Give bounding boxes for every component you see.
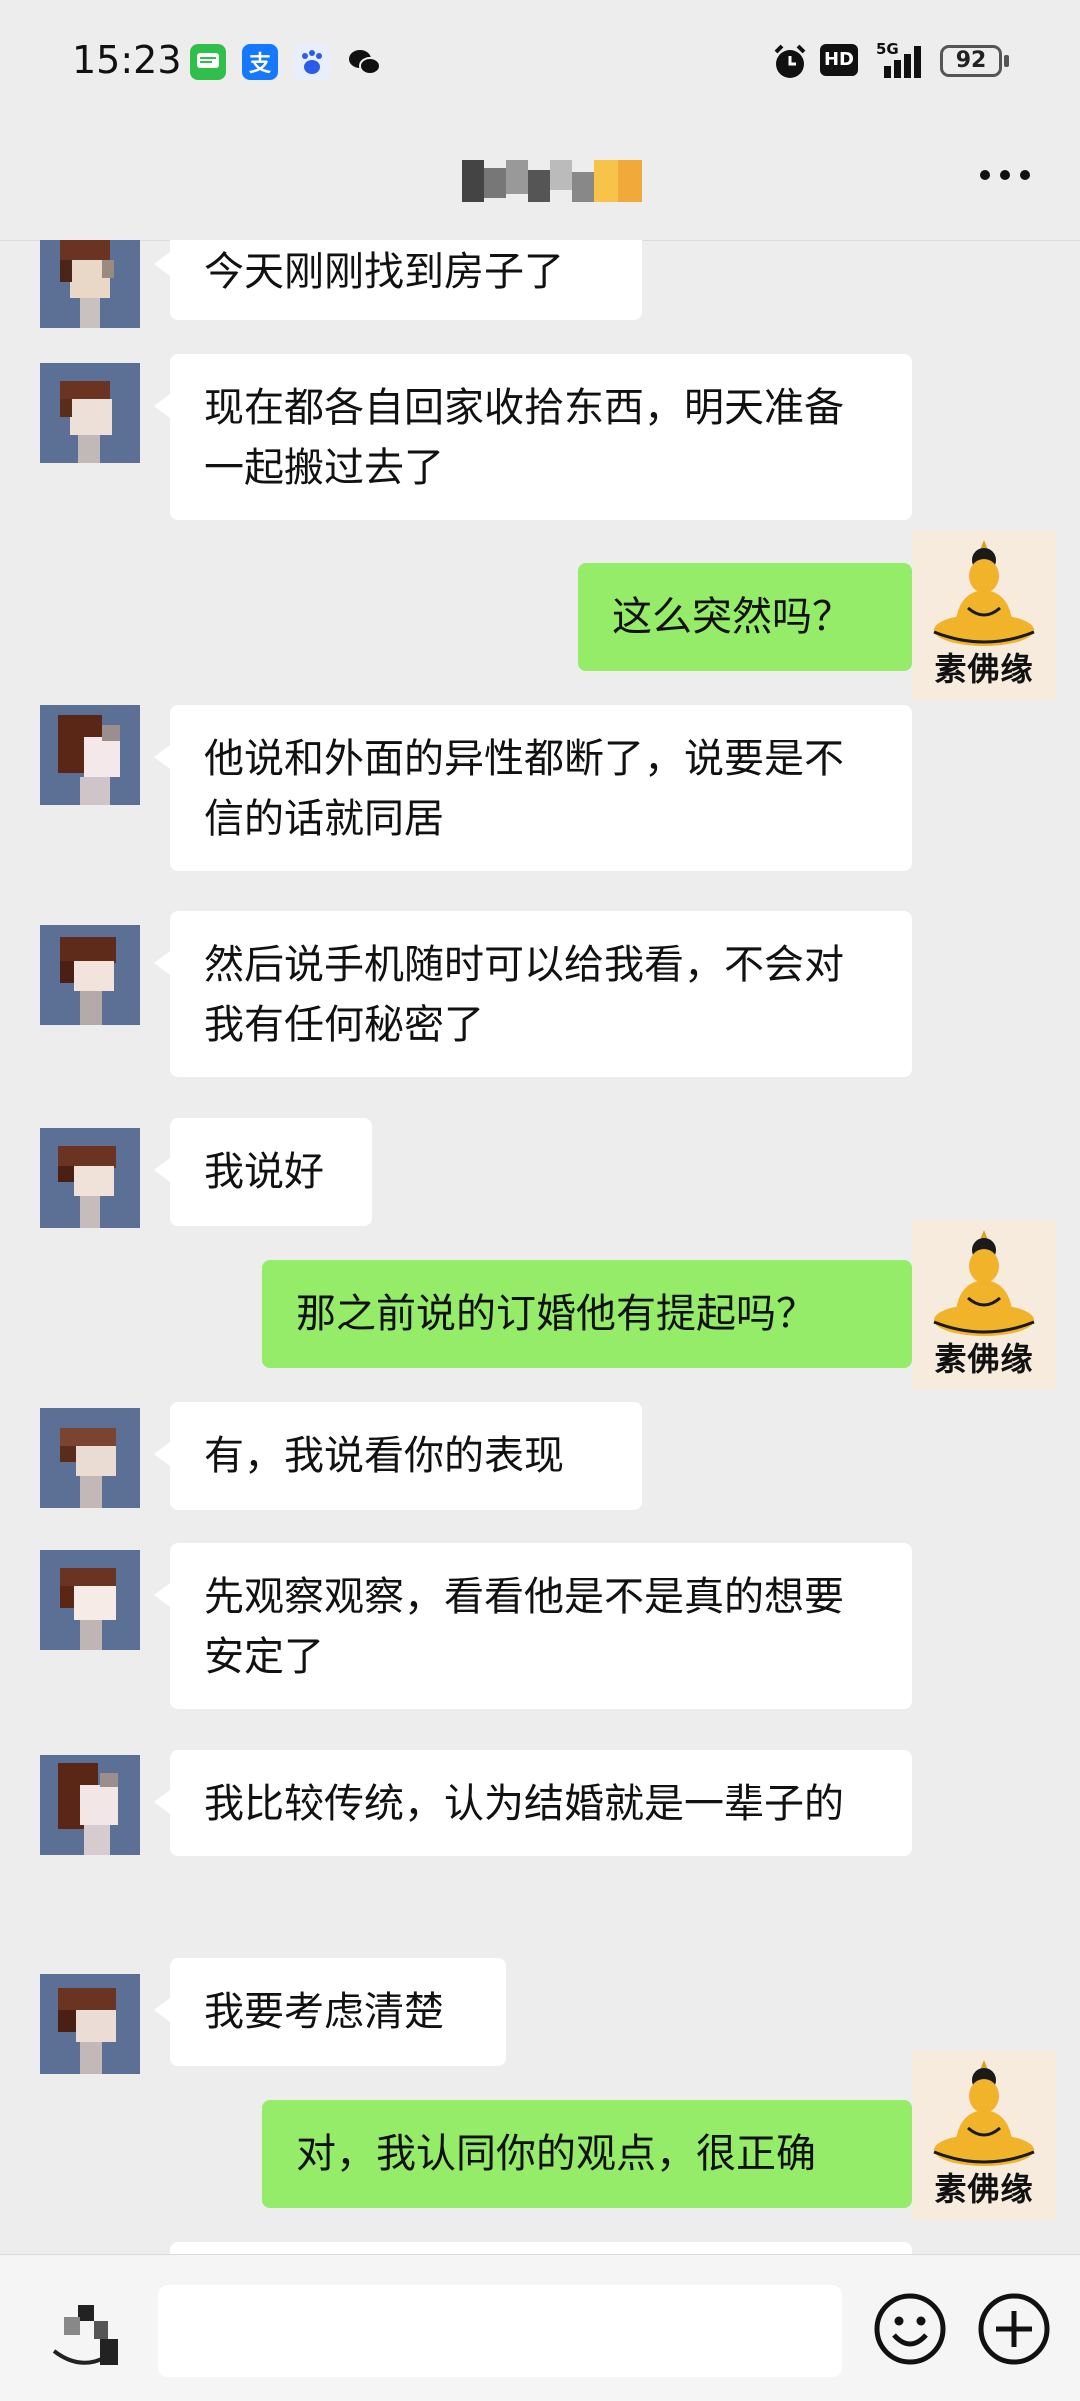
my-avatar-name: 素佛缘 (934, 650, 1034, 688)
hd-icon: HD (820, 44, 858, 76)
chat-title-pixelated (462, 160, 642, 202)
message-bubble[interactable]: 先观察观察，看看他是不是真的想要安定了 (154, 1543, 912, 1709)
battery-tip (1004, 55, 1009, 67)
message-bubble[interactable]: 我说好 (154, 1118, 372, 1226)
network-label: 5G (876, 40, 899, 58)
status-bar: 15:23 支 HD 5G 92 (0, 0, 1080, 125)
message-bubble[interactable]: 这么突然吗？ (578, 563, 928, 671)
my-avatar-name: 素佛缘 (934, 2170, 1034, 2208)
message-bubble[interactable]: 那之前说的订婚他有提起吗？ (262, 1260, 928, 1368)
alarm-icon (774, 44, 806, 78)
messages-app-icon (190, 44, 226, 80)
wechat-icon (346, 44, 382, 80)
contact-avatar[interactable] (40, 240, 140, 328)
input-bar (0, 2254, 1080, 2401)
status-time: 15:23 (72, 38, 182, 82)
message-bubble[interactable]: 然后说手机随时可以给我看，不会对我有任何秘密了 (154, 911, 912, 1077)
my-avatar[interactable]: 素佛缘 (912, 530, 1056, 700)
message-bubble[interactable]: 有，我说看你的表现 (154, 1402, 642, 1510)
message-list[interactable]: 今天刚刚找到房子了 现在都各自回家收拾东西，明天准备一起搬过去了 这么突然吗？ … (0, 240, 1080, 2254)
my-avatar-name: 素佛缘 (934, 1340, 1034, 1378)
contact-avatar[interactable] (40, 1974, 140, 2074)
message-bubble[interactable]: 现在都各自回家收拾东西，明天准备一起搬过去了 (154, 354, 912, 520)
signal-5g-icon: 5G (876, 40, 926, 80)
message-input[interactable] (158, 2285, 842, 2377)
svg-text:支: 支 (249, 52, 272, 77)
contact-avatar[interactable] (40, 1550, 140, 1650)
voice-input-icon[interactable] (50, 2295, 130, 2371)
message-bubble[interactable]: 我要考虑清楚 (154, 1958, 506, 2066)
message-bubble-partial[interactable] (170, 2242, 912, 2254)
baidu-icon (294, 44, 330, 80)
my-avatar[interactable]: 素佛缘 (912, 1220, 1056, 1390)
emoji-icon[interactable] (872, 2291, 948, 2367)
message-bubble[interactable]: 他说和外面的异性都断了，说要是不信的话就同居 (154, 705, 912, 871)
more-options-icon[interactable] (975, 160, 1035, 190)
message-bubble[interactable]: 我比较传统，认为结婚就是一辈子的 (154, 1750, 912, 1856)
contact-avatar[interactable] (40, 1408, 140, 1508)
contact-avatar[interactable] (40, 705, 140, 805)
contact-avatar[interactable] (40, 1755, 140, 1855)
my-avatar[interactable]: 素佛缘 (912, 2050, 1056, 2220)
contact-avatar[interactable] (40, 1128, 140, 1228)
message-bubble[interactable]: 对，我认同你的观点，很正确 (262, 2100, 928, 2208)
message-bubble[interactable]: 今天刚刚找到房子了 (154, 240, 642, 320)
contact-avatar[interactable] (40, 363, 140, 463)
contact-avatar[interactable] (40, 925, 140, 1025)
add-attachment-icon[interactable] (976, 2291, 1052, 2367)
alipay-icon: 支 (242, 44, 278, 80)
battery-icon: 92 (940, 45, 1002, 77)
